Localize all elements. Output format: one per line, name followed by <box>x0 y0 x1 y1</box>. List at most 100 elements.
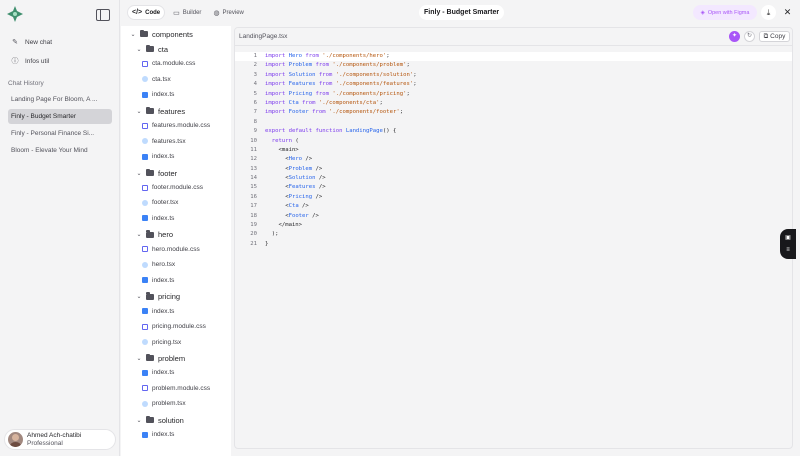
tree-file[interactable]: index.ts <box>142 153 174 160</box>
tab-code[interactable]: </> Code <box>127 5 166 20</box>
download-icon[interactable]: ⤓ <box>761 5 776 20</box>
tree-folder-pricing[interactable]: ⌄ pricing <box>136 292 180 301</box>
menu-icon[interactable]: ≡ <box>784 247 792 253</box>
tree-file[interactable]: hero.module.css <box>142 246 200 253</box>
copy-button[interactable]: ⧉ Copy <box>759 31 790 42</box>
line-source: <Solution /> <box>265 175 326 182</box>
view-tabs: </> Code ▭ Builder ◍ Preview <box>127 5 248 20</box>
ts-file-icon <box>142 431 148 438</box>
code-line[interactable]: 6 import Cta from './components/cta'; <box>235 99 792 108</box>
open-with-figma-button[interactable]: ◈ Open with Figma <box>693 5 757 20</box>
tree-file[interactable]: index.ts <box>142 215 174 222</box>
tree-file[interactable]: features.tsx <box>142 138 186 145</box>
tree-item-label: index.ts <box>152 369 175 377</box>
tree-item-label: index.ts <box>152 307 175 315</box>
code-line[interactable]: 20 ); <box>235 230 792 239</box>
user-card[interactable]: Ahmed Ach-chatibi Professional <box>4 429 116 450</box>
code-line[interactable]: 9 export default function LandingPage() { <box>235 127 792 136</box>
chevron-down-icon: ⌄ <box>130 31 136 38</box>
code-line[interactable]: 4 import Features from './components/feat… <box>235 80 792 89</box>
tree-file[interactable]: cta.module.css <box>142 60 195 67</box>
code-line[interactable]: 10 return ( <box>235 137 792 146</box>
info-icon: ⓘ <box>11 58 19 65</box>
history-item[interactable]: Bloom - Elevate Your Mind <box>8 143 112 158</box>
css-file-icon <box>142 122 148 129</box>
code-line[interactable]: 2 import Problem from './components/probl… <box>235 61 792 70</box>
floating-toolbar[interactable]: ▣ ≡ <box>780 229 796 259</box>
code-line[interactable]: 15 <Features /> <box>235 183 792 192</box>
code-line[interactable]: 3 import Solution from './components/solu… <box>235 71 792 80</box>
code-line[interactable]: 18 <Footer /> <box>235 212 792 221</box>
line-number: 15 <box>250 184 257 191</box>
code-editor[interactable]: LandingPage.tsx ✦ ↻ ⧉ Copy 1 import Hero … <box>234 27 793 449</box>
tree-file[interactable]: problem.module.css <box>142 385 210 392</box>
tree-item-label: problem <box>158 353 186 363</box>
code-line[interactable]: 17 <Cta /> <box>235 202 792 211</box>
lock-icon[interactable]: ▣ <box>784 235 792 241</box>
code-line[interactable]: 11 <main> <box>235 146 792 155</box>
editor-header: LandingPage.tsx ✦ ↻ ⧉ Copy <box>235 28 792 46</box>
infos-util-button[interactable]: ⓘ Infos util <box>11 57 50 66</box>
sidebar-toggle-icon[interactable] <box>96 9 110 21</box>
code-line[interactable]: 5 import Pricing from './components/prici… <box>235 90 792 99</box>
tree-file[interactable]: cta.tsx <box>142 76 171 83</box>
tree-item-label: pricing.tsx <box>152 338 182 346</box>
tree-file[interactable]: pricing.tsx <box>142 339 181 346</box>
tree-file[interactable]: index.ts <box>142 369 174 376</box>
line-number: 10 <box>250 137 257 144</box>
tree-file[interactable]: pricing.module.css <box>142 323 206 330</box>
line-number: 17 <box>250 203 257 210</box>
tree-file[interactable]: features.module.css <box>142 122 210 129</box>
tree-file[interactable]: footer.tsx <box>142 199 178 206</box>
folder-icon <box>146 106 154 115</box>
code-line[interactable]: 7 import Footer from './components/footer… <box>235 108 792 117</box>
file-tree: ⌄ components ⌄ cta cta.module.css cta.tsx inde… <box>121 26 231 456</box>
code-line[interactable]: 13 <Problem /> <box>235 165 792 174</box>
refresh-icon[interactable]: ↻ <box>744 31 755 42</box>
code-line[interactable]: 21} <box>235 240 792 249</box>
tree-file[interactable]: index.ts <box>142 308 174 315</box>
tab-builder[interactable]: ▭ Builder <box>169 5 205 20</box>
code-line[interactable]: 19 </main> <box>235 221 792 230</box>
tree-item-label: footer.module.css <box>152 184 203 191</box>
tree-file[interactable]: index.ts <box>142 277 174 284</box>
line-number: 5 <box>253 90 257 97</box>
tab-preview[interactable]: ◍ Preview <box>209 5 247 20</box>
tree-item-label: solution <box>158 415 184 425</box>
ts-file-icon <box>142 277 148 284</box>
tree-folder-problem[interactable]: ⌄ problem <box>136 353 186 363</box>
tsx-file-icon <box>142 76 148 83</box>
tree-folder-features[interactable]: ⌄ features <box>136 106 185 116</box>
tree-folder-hero[interactable]: ⌄ hero <box>136 230 173 239</box>
code-line[interactable]: 12 <Hero /> <box>235 155 792 164</box>
close-icon[interactable]: ✕ <box>780 5 795 20</box>
line-source: import Footer from './components/footer'… <box>265 109 404 116</box>
tree-folder-components[interactable]: ⌄ components <box>130 29 193 39</box>
tree-folder-solution[interactable]: ⌄ solution <box>136 415 184 425</box>
history-item[interactable]: Landing Page For Bloom, A ... <box>8 92 112 107</box>
code-line[interactable]: 8 <box>235 118 792 127</box>
logo-icon[interactable] <box>7 6 23 22</box>
ai-assist-icon[interactable]: ✦ <box>729 31 740 42</box>
code-line[interactable]: 16 <Pricing /> <box>235 193 792 202</box>
history-item[interactable]: Finly - Personal Finance Si... <box>8 126 112 141</box>
tree-folder-cta[interactable]: ⌄ cta <box>136 44 168 54</box>
line-number: 20 <box>250 231 257 238</box>
code-content[interactable]: 1 import Hero from './components/hero'; 2… <box>235 52 792 249</box>
history-item-active[interactable]: Finly - Budget Smarter <box>8 109 112 124</box>
ts-file-icon <box>142 369 148 376</box>
code-line[interactable]: 14 <Solution /> <box>235 174 792 183</box>
line-number: 21 <box>250 240 257 247</box>
tree-item-label: index.ts <box>152 91 175 99</box>
line-number: 1 <box>253 53 257 59</box>
tree-file[interactable]: hero.tsx <box>142 261 175 268</box>
tree-file[interactable]: index.ts <box>142 431 174 438</box>
ts-file-icon <box>142 308 148 315</box>
tree-file[interactable]: problem.tsx <box>142 400 186 407</box>
tree-file[interactable]: footer.module.css <box>142 184 203 191</box>
line-source: import Cta from './components/cta'; <box>265 99 383 106</box>
code-line[interactable]: 1 import Hero from './components/hero'; <box>235 52 792 62</box>
tree-folder-footer[interactable]: ⌄ footer <box>136 168 177 178</box>
new-chat-button[interactable]: ✎ New chat <box>11 38 52 47</box>
tree-file[interactable]: index.ts <box>142 91 174 98</box>
